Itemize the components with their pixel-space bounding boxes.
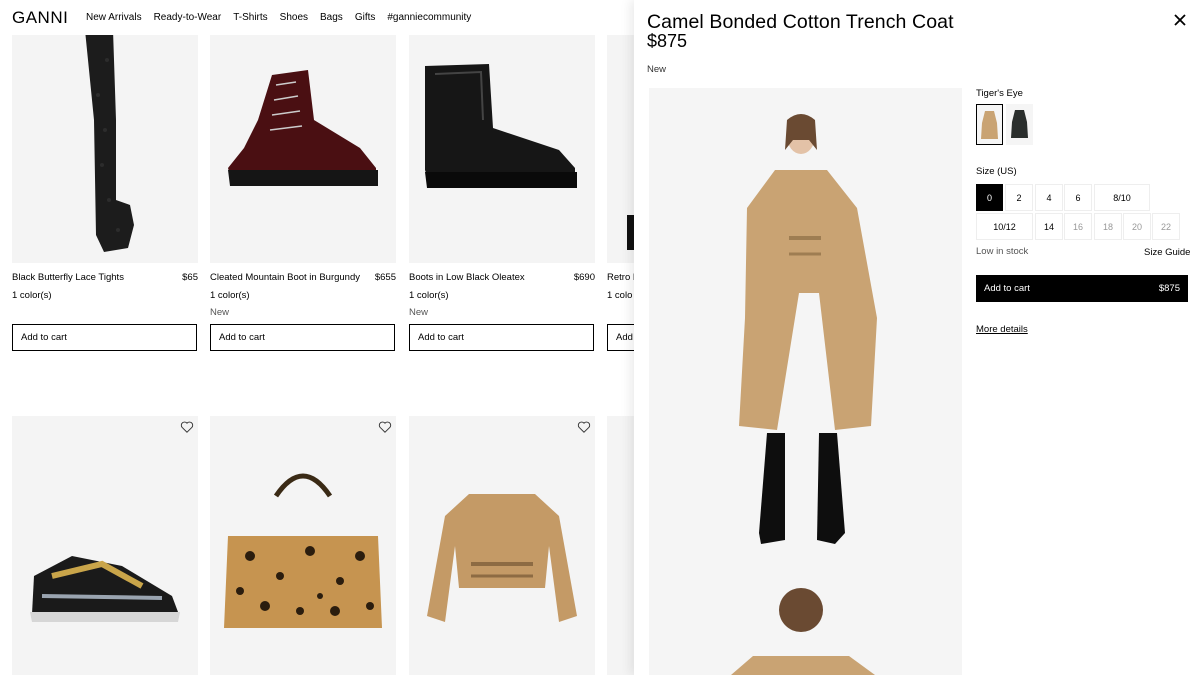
add-to-cart-button[interactable]: Add to cart xyxy=(12,324,197,351)
size-option[interactable]: 22 xyxy=(1152,213,1180,240)
add-to-cart-button[interactable]: Add to cart xyxy=(210,324,395,351)
heart-icon[interactable] xyxy=(180,420,194,434)
size-guide-link[interactable]: Size Guide xyxy=(1144,247,1190,258)
product-image[interactable] xyxy=(409,416,595,675)
site-header: GANNI New Arrivals Ready-to-Wear T-Shirt… xyxy=(0,0,640,35)
add-to-cart-price: $875 xyxy=(1158,283,1180,294)
size-option[interactable]: 18 xyxy=(1094,213,1122,240)
size-option[interactable]: 14 xyxy=(1035,213,1063,240)
nav-ready-to-wear[interactable]: Ready-to-Wear xyxy=(154,12,222,23)
heart-icon[interactable] xyxy=(577,420,591,434)
nav-community[interactable]: #ganniecommunity xyxy=(387,12,471,23)
size-option[interactable]: 6 xyxy=(1064,184,1092,211)
product-name[interactable]: Cleated Mountain Boot in Burgundy xyxy=(210,272,360,283)
product-colors: 1 color(s) xyxy=(409,290,449,301)
brand-logo[interactable]: GANNI xyxy=(12,8,68,28)
color-label: Tiger's Eye xyxy=(976,88,1023,99)
color-swatch-camel[interactable] xyxy=(976,104,1003,145)
new-badge: New xyxy=(647,64,667,75)
add-to-cart-button[interactable]: Add to cart xyxy=(409,324,594,351)
product-image[interactable] xyxy=(12,416,198,675)
stock-status: Low in stock xyxy=(976,246,1029,257)
product-price: $875 xyxy=(647,31,688,51)
size-option[interactable]: 10/12 xyxy=(976,213,1033,240)
product-image[interactable] xyxy=(12,0,198,263)
size-option[interactable]: 16 xyxy=(1064,213,1092,240)
more-details-link[interactable]: More details xyxy=(976,324,1028,335)
quick-view-panel: Camel Bonded Cotton Trench Coat $875 New… xyxy=(634,0,1200,675)
product-name[interactable]: Black Butterfly Lace Tights xyxy=(12,272,124,283)
product-price: $65 xyxy=(182,272,198,283)
product-title-row: Black Butterfly Lace Tights $65 xyxy=(12,272,198,283)
product-price: $655 xyxy=(374,272,396,283)
heart-icon[interactable] xyxy=(378,420,392,434)
size-label: Size (US) xyxy=(976,166,1017,177)
product-price: $690 xyxy=(573,272,595,283)
size-option[interactable]: 20 xyxy=(1123,213,1151,240)
new-badge: New xyxy=(409,307,429,318)
nav-t-shirts[interactable]: T-Shirts xyxy=(233,12,267,23)
product-title-row: Cleated Mountain Boot in Burgundy $655 xyxy=(210,272,396,283)
product-image[interactable] xyxy=(409,0,595,263)
product-main-image[interactable] xyxy=(649,88,962,675)
add-to-cart-button[interactable]: Add to cart $875 xyxy=(976,275,1188,302)
nav-new-arrivals[interactable]: New Arrivals xyxy=(86,12,142,23)
product-colors: 1 color(s) xyxy=(12,290,52,301)
product-image[interactable] xyxy=(210,416,396,675)
color-swatch-black[interactable] xyxy=(1006,104,1033,145)
size-option[interactable]: 4 xyxy=(1035,184,1063,211)
main-nav: New Arrivals Ready-to-Wear T-Shirts Shoe… xyxy=(86,12,471,23)
new-badge: New xyxy=(210,307,230,318)
add-to-cart-label: Add to cart xyxy=(984,283,1030,294)
size-option[interactable]: 0 xyxy=(976,184,1003,211)
nav-bags[interactable]: Bags xyxy=(320,12,343,23)
product-name[interactable]: Boots in Low Black Oleatex xyxy=(409,272,525,283)
nav-gifts[interactable]: Gifts xyxy=(355,12,376,23)
product-image[interactable] xyxy=(210,0,396,263)
product-grid: Black Butterfly Lace Tights $65 1 color(… xyxy=(0,0,793,675)
nav-shoes[interactable]: Shoes xyxy=(280,12,308,23)
close-icon[interactable] xyxy=(1172,12,1188,28)
product-title: Camel Bonded Cotton Trench Coat xyxy=(647,11,954,33)
size-option[interactable]: 8/10 xyxy=(1094,184,1150,211)
product-colors: 1 colo xyxy=(607,290,633,301)
product-title-row: Boots in Low Black Oleatex $690 xyxy=(409,272,595,283)
product-colors: 1 color(s) xyxy=(210,290,250,301)
size-option[interactable]: 2 xyxy=(1005,184,1033,211)
